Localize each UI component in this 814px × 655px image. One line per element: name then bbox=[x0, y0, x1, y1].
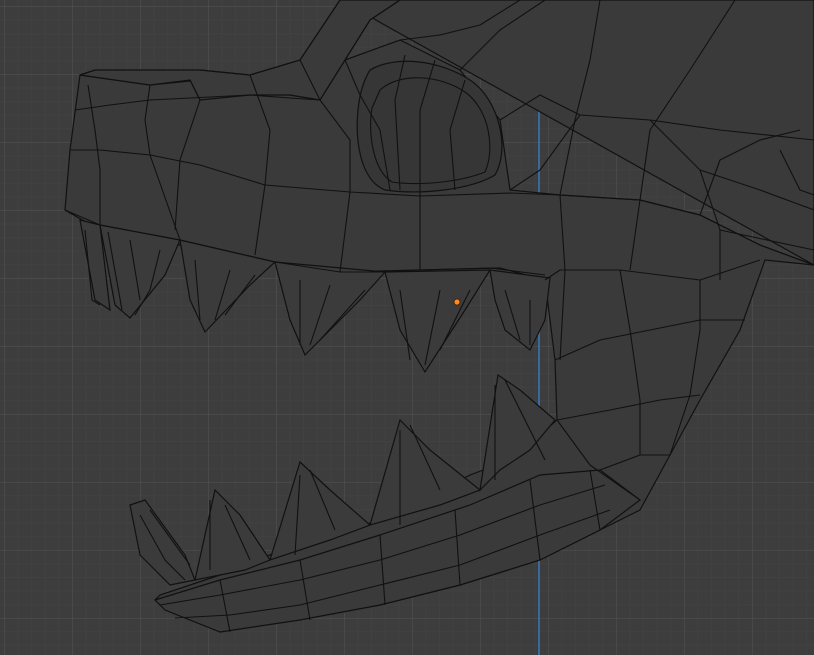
origin-dot-icon[interactable] bbox=[453, 298, 461, 306]
wolf-head-mesh[interactable] bbox=[0, 0, 814, 655]
3d-viewport[interactable] bbox=[0, 0, 814, 655]
